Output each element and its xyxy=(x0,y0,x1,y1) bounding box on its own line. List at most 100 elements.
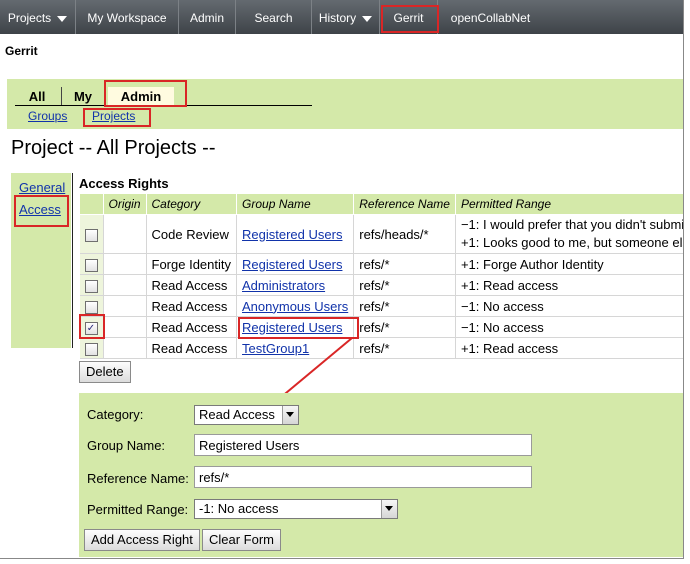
origin-cell xyxy=(103,295,147,317)
group-link[interactable]: Registered Users xyxy=(242,257,342,272)
origin-cell xyxy=(103,316,147,338)
range-cell: −1: No access xyxy=(455,295,683,317)
group-cell: Administrators xyxy=(236,274,355,296)
origin-cell xyxy=(103,337,147,359)
sidebar-item-access[interactable]: Access xyxy=(19,202,61,217)
row-select-cell: ✓ xyxy=(79,316,104,338)
row-checkbox[interactable] xyxy=(84,228,98,242)
group-link[interactable]: Registered Users xyxy=(242,320,342,335)
table-row: Read Access Administrators refs/* +1: Re… xyxy=(79,274,683,296)
origin-cell xyxy=(103,253,147,275)
nav-gerrit[interactable]: Gerrit xyxy=(380,0,438,34)
tab-all[interactable]: All xyxy=(21,87,53,107)
group-link[interactable]: Administrators xyxy=(242,278,325,293)
sidebar-divider xyxy=(72,173,73,348)
table-row: Forge Identity Registered Users refs/* +… xyxy=(79,253,683,275)
nav-search-label: Search xyxy=(254,11,293,25)
row-select-cell xyxy=(79,253,104,275)
column-header-category: Category xyxy=(145,193,238,215)
category-cell: Read Access xyxy=(146,274,238,296)
group-link[interactable]: Anonymous Users xyxy=(242,299,348,314)
nav-my-workspace[interactable]: My Workspace xyxy=(76,0,179,34)
nav-admin[interactable]: Admin xyxy=(179,0,236,34)
row-select-cell xyxy=(79,295,104,317)
group-cell: Anonymous Users xyxy=(236,295,355,317)
nav-search[interactable]: Search xyxy=(236,0,312,34)
table-row: Read Access TestGroup1 refs/* +1: Read a… xyxy=(79,337,683,359)
app-title: Gerrit xyxy=(5,44,38,58)
range-cell: −1: I would prefer that you didn't submi… xyxy=(455,214,684,254)
add-access-right-button[interactable]: Add Access Right xyxy=(84,529,200,551)
tab-admin[interactable]: Admin xyxy=(108,87,174,107)
reference-cell: refs/heads/* xyxy=(353,214,456,254)
nav-gerrit-label: Gerrit xyxy=(393,11,424,25)
reference-cell: refs/* xyxy=(353,316,456,338)
delete-button[interactable]: Delete xyxy=(79,361,131,383)
chevron-down-icon[interactable] xyxy=(282,406,298,424)
nav-opencollabnet[interactable]: openCollabNet xyxy=(438,0,543,34)
column-header-group: Group Name xyxy=(236,193,355,215)
add-access-right-form: Category: Read Access Group Name: Refere… xyxy=(79,393,683,557)
admin-header-band: All My Admin Groups Projects xyxy=(7,79,683,129)
category-select[interactable]: Read Access xyxy=(194,405,299,425)
group-name-label: Group Name: xyxy=(87,438,166,453)
table-header-row: Origin Category Group Name Reference Nam… xyxy=(79,193,683,215)
column-header-reference: Reference Name xyxy=(353,193,456,215)
nav-opencollabnet-label: openCollabNet xyxy=(450,11,531,25)
range-cell: +1: Read access xyxy=(455,337,683,359)
row-checkbox-checked[interactable]: ✓ xyxy=(84,321,98,335)
origin-cell xyxy=(103,274,147,296)
row-checkbox[interactable] xyxy=(84,279,98,293)
row-checkbox[interactable] xyxy=(84,342,98,356)
reference-name-input[interactable] xyxy=(194,466,532,488)
category-cell: Code Review xyxy=(146,214,238,254)
category-select-value: Read Access xyxy=(199,407,275,422)
table-row: Code Review Registered Users refs/heads/… xyxy=(79,214,684,254)
subnav-projects[interactable]: Projects xyxy=(92,109,135,123)
clear-form-button[interactable]: Clear Form xyxy=(202,529,282,551)
tab-my[interactable]: My xyxy=(65,87,101,107)
page-title: Project -- All Projects -- xyxy=(11,137,216,159)
page: Projects My Workspace Admin Search Histo… xyxy=(0,0,684,559)
column-header-range: Permitted Range xyxy=(454,193,683,215)
row-select-cell xyxy=(79,214,104,254)
nav-admin-label: Admin xyxy=(189,11,224,25)
permitted-range-select[interactable]: -1: No access xyxy=(194,499,398,519)
row-checkbox[interactable] xyxy=(84,300,98,314)
access-rights-table: Origin Category Group Name Reference Nam… xyxy=(79,193,684,359)
group-name-input[interactable] xyxy=(194,434,532,456)
tab-underline xyxy=(15,105,312,106)
row-checkbox[interactable] xyxy=(84,258,98,272)
permitted-range-label: Permitted Range: xyxy=(87,502,189,517)
chevron-down-icon[interactable] xyxy=(362,15,373,22)
nav-projects[interactable]: Projects xyxy=(0,0,76,34)
reference-cell: refs/* xyxy=(353,253,456,275)
nav-projects-label: Projects xyxy=(7,11,52,25)
group-link[interactable]: Registered Users xyxy=(242,227,342,242)
origin-cell xyxy=(103,214,147,254)
group-cell: Registered Users xyxy=(236,253,355,275)
sidebar-item-general[interactable]: General xyxy=(19,180,65,195)
nav-history-label: History xyxy=(318,11,357,25)
chevron-down-icon[interactable] xyxy=(57,15,68,22)
row-select-cell xyxy=(79,274,104,296)
reference-cell: refs/* xyxy=(353,337,456,359)
category-cell: Read Access xyxy=(146,337,238,359)
category-cell: Forge Identity xyxy=(146,253,238,275)
nav-history[interactable]: History xyxy=(312,0,380,34)
chevron-down-icon[interactable] xyxy=(381,500,397,518)
subnav-groups[interactable]: Groups xyxy=(28,109,67,123)
table-row: ✓ Read Access Registered Users refs/* −1… xyxy=(79,316,683,338)
top-nav-bar: Projects My Workspace Admin Search Histo… xyxy=(0,0,683,34)
table-row: Read Access Anonymous Users refs/* −1: N… xyxy=(79,295,683,317)
section-title: Access Rights xyxy=(79,176,169,191)
category-label: Category: xyxy=(87,407,144,422)
range-cell: +1: Forge Author Identity xyxy=(455,253,683,275)
nav-my-workspace-label: My Workspace xyxy=(87,11,167,25)
column-header-origin: Origin xyxy=(102,193,147,215)
range-line: +1: Looks good to me, but someone else m… xyxy=(460,235,683,250)
range-line: −1: I would prefer that you didn't submi… xyxy=(460,217,684,232)
tab-separator xyxy=(61,87,62,105)
category-cell: Read Access xyxy=(146,295,238,317)
reference-name-label: Reference Name: xyxy=(87,471,189,486)
